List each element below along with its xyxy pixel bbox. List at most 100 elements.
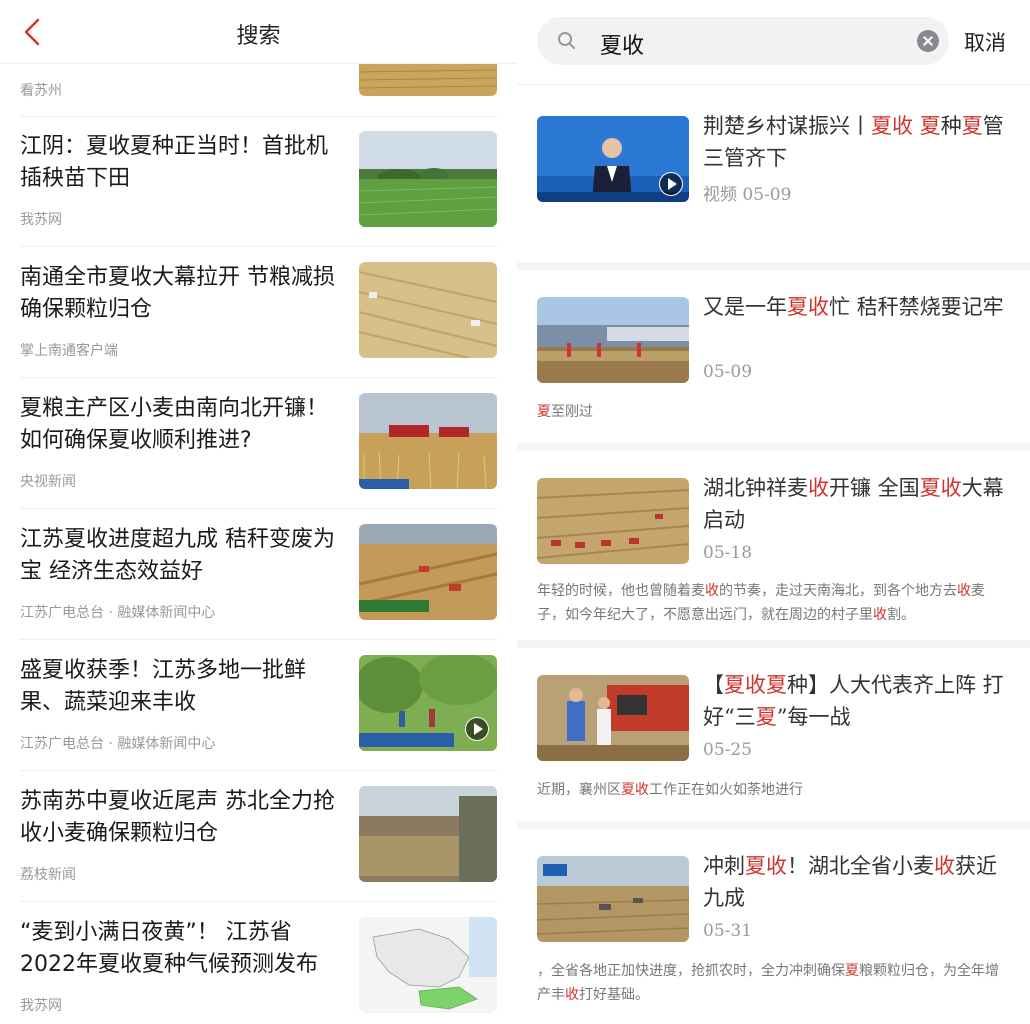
- divider: [517, 84, 1030, 85]
- highlight-keyword: 夏: [961, 114, 983, 138]
- news-source: 我苏网: [20, 998, 62, 1014]
- list-item[interactable]: 夏粮主产区小麦由南向北开镰！如何确保夏收顺利推进? 央视新闻: [20, 379, 497, 509]
- result-snippet: 近期，襄州区夏收工作正在如火如荼地进行: [537, 778, 1012, 802]
- search-query: 夏收: [600, 34, 645, 59]
- left-panel: 看苏州 江阴：夏收夏种正当时！首批机插秧苗下田 我苏网 南通全市夏收大幕拉开 节…: [0, 0, 517, 1024]
- page-title: 搜索: [236, 24, 281, 49]
- search-result[interactable]: 【夏收夏种】人大代表齐上阵 打好“三夏”每一战 05-25 近期，襄州区夏收工作…: [517, 648, 1030, 829]
- text-segment: 近期，襄州区: [537, 782, 621, 798]
- search-result[interactable]: 又是一年夏收忙 秸秆禁烧要记牢 05-09 夏至刚过: [517, 270, 1030, 451]
- news-thumbnail: [359, 917, 497, 1013]
- cancel-button[interactable]: 取消: [964, 27, 1006, 57]
- news-source: 我苏网: [20, 212, 62, 228]
- highlight-keyword: 夏: [755, 705, 777, 729]
- text-segment: 忙 秸秆禁烧要记牢: [829, 295, 1004, 319]
- text-segment: 荆楚乡村谋振兴丨: [703, 114, 871, 138]
- highlight-keyword: 夏: [537, 404, 551, 420]
- result-meta: 05-18: [703, 543, 753, 563]
- result-meta: 05-31: [703, 921, 753, 941]
- list-item[interactable]: “麦到小满日夜黄”！ 江苏省2022年夏收夏种气候预测发布 我苏网: [20, 903, 497, 1024]
- news-source: 掌上南通客户端: [20, 343, 118, 359]
- result-thumbnail: [537, 297, 689, 383]
- search-input[interactable]: 夏收: [537, 17, 949, 65]
- highlight-keyword: 夏收: [871, 114, 913, 138]
- result-title: 冲刺夏收！湖北全省小麦收获近九成: [703, 850, 1008, 914]
- news-title: 夏粮主产区小麦由南向北开镰！如何确保夏收顺利推进?: [20, 396, 329, 453]
- highlight-keyword: 收: [565, 987, 579, 1003]
- list-item[interactable]: 南通全市夏收大幕拉开 节粮减损确保颗粒归仓 掌上南通客户端: [20, 248, 497, 378]
- result-title: 又是一年夏收忙 秸秆禁烧要记牢: [703, 291, 1008, 323]
- news-source: 江苏广电总台 · 融媒体新闻中心: [20, 736, 216, 752]
- text-segment: ！湖北全省小麦: [787, 854, 934, 878]
- news-title: 南通全市夏收大幕拉开 节粮减损确保颗粒归仓: [20, 265, 335, 322]
- list-item[interactable]: 盛夏收获季！江苏多地一批鲜果、蔬菜迎来丰收 江苏广电总台 · 融媒体新闻中心: [20, 641, 497, 771]
- highlight-keyword: 收: [957, 583, 971, 599]
- text-segment: 开镰 全国: [829, 476, 920, 500]
- highlight-keyword: 夏收夏: [724, 673, 787, 697]
- right-panel: 夏收 取消 荆楚乡村谋振兴丨夏收 夏种夏管 三管齐下 视频 05-09 又是一年…: [517, 0, 1030, 1024]
- result-title: 荆楚乡村谋振兴丨夏收 夏种夏管 三管齐下: [703, 110, 1008, 174]
- result-meta: 05-25: [703, 740, 753, 760]
- list-item[interactable]: 看苏州: [20, 64, 497, 117]
- highlight-keyword: 夏: [919, 114, 941, 138]
- highlight-keyword: 收: [873, 607, 887, 623]
- highlight-keyword: 收: [808, 476, 829, 500]
- news-thumbnail: [359, 262, 497, 358]
- result-thumbnail: [537, 116, 689, 202]
- highlight-keyword: 收: [705, 583, 719, 599]
- text-segment: ”每一战: [776, 705, 851, 729]
- play-icon: [659, 172, 683, 196]
- text-segment: 割。: [887, 607, 915, 623]
- text-segment: 工作正在如火如荼地进行: [649, 782, 803, 798]
- news-title: 盛夏收获季！江苏多地一批鲜果、蔬菜迎来丰收: [20, 658, 307, 715]
- list-item[interactable]: 苏南苏中夏收近尾声 苏北全力抢收小麦确保颗粒归仓 荔枝新闻: [20, 772, 497, 902]
- play-icon: [465, 717, 489, 741]
- news-source: 看苏州: [20, 83, 62, 99]
- result-thumbnail: [537, 675, 689, 761]
- text-segment: ，全省各地正加快进度，抢抓农时，全力冲刺确保: [537, 963, 845, 979]
- news-title: 江苏夏收进度超九成 秸秆变废为宝 经济生态效益好: [20, 527, 335, 584]
- news-thumbnail: [359, 786, 497, 882]
- highlight-keyword: 夏收: [745, 854, 787, 878]
- text-segment: 打好基础。: [579, 987, 649, 1003]
- news-thumbnail: [359, 64, 497, 96]
- list-item[interactable]: 江苏夏收进度超九成 秸秆变废为宝 经济生态效益好 江苏广电总台 · 融媒体新闻中…: [20, 510, 497, 640]
- result-meta: 视频 05-09: [703, 185, 792, 205]
- result-title: 【夏收夏种】人大代表齐上阵 打好“三夏”每一战: [703, 669, 1008, 733]
- news-source: 央视新闻: [20, 474, 76, 490]
- text-segment: 的节奏，走过天南海北，到各个地方去: [719, 583, 957, 599]
- text-segment: 【: [703, 673, 724, 697]
- news-thumbnail: [359, 131, 497, 227]
- news-title: “麦到小满日夜黄”！ 江苏省2022年夏收夏种气候预测发布: [20, 920, 318, 977]
- left-header: 搜索: [0, 0, 517, 64]
- text-segment: 年轻的时候，他也曾随着麦: [537, 583, 705, 599]
- text-segment: 湖北钟祥麦: [703, 476, 808, 500]
- highlight-keyword: 收: [934, 854, 955, 878]
- result-thumbnail: [537, 478, 689, 564]
- news-source: 江苏广电总台 · 融媒体新闻中心: [20, 605, 216, 621]
- result-snippet: ，全省各地正加快进度，抢抓农时，全力冲刺确保夏粮颗粒归仓，为全年增产丰收打好基础…: [537, 959, 1012, 1007]
- list-item[interactable]: 江阴：夏收夏种正当时！首批机插秧苗下田 我苏网: [20, 117, 497, 247]
- result-title: 湖北钟祥麦收开镰 全国夏收大幕启动: [703, 472, 1008, 536]
- news-thumbnail: [359, 524, 497, 620]
- result-snippet: 夏至刚过: [537, 400, 1012, 424]
- search-result[interactable]: 湖北钟祥麦收开镰 全国夏收大幕启动 05-18 年轻的时候，他也曾随着麦收的节奏…: [517, 451, 1030, 648]
- result-thumbnail: [537, 856, 689, 942]
- news-source: 荔枝新闻: [20, 867, 76, 883]
- result-snippet: 年轻的时候，他也曾随着麦收的节奏，走过天南海北，到各个地方去收麦子，如今年纪大了…: [537, 579, 1012, 627]
- search-result[interactable]: 冲刺夏收！湖北全省小麦收获近九成 05-31 ，全省各地正加快进度，抢抓农时，全…: [517, 829, 1030, 1024]
- news-thumbnail: [359, 655, 497, 751]
- highlight-keyword: 夏: [845, 963, 859, 979]
- search-icon: [557, 31, 577, 51]
- text-segment: 又是一年: [703, 295, 787, 319]
- news-title: 江阴：夏收夏种正当时！首批机插秧苗下田: [20, 134, 329, 191]
- highlight-keyword: 夏收: [919, 476, 962, 500]
- text-segment: 种: [940, 114, 962, 138]
- text-segment: 冲刺: [703, 854, 745, 878]
- text-segment: 至刚过: [551, 404, 593, 420]
- search-result[interactable]: 荆楚乡村谋振兴丨夏收 夏种夏管 三管齐下 视频 05-09: [517, 86, 1030, 270]
- text-segment: [913, 114, 920, 138]
- news-title: 苏南苏中夏收近尾声 苏北全力抢收小麦确保颗粒归仓: [20, 789, 335, 846]
- clear-icon[interactable]: [917, 30, 939, 52]
- news-thumbnail: [359, 393, 497, 489]
